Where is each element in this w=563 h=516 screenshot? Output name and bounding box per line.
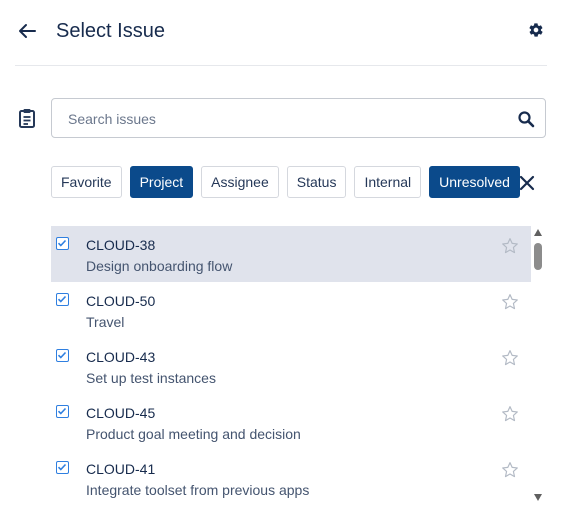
filter-unresolved[interactable]: Unresolved bbox=[429, 166, 520, 198]
star-icon[interactable] bbox=[501, 461, 519, 479]
filter-status[interactable]: Status bbox=[286, 166, 347, 198]
filter-project[interactable]: Project bbox=[129, 166, 194, 198]
issue-summary: Set up test instances bbox=[86, 370, 216, 386]
scroll-thumb[interactable] bbox=[534, 243, 542, 270]
issue-summary: Design onboarding flow bbox=[86, 258, 233, 274]
issue-key: CLOUD-38 bbox=[86, 237, 156, 253]
header: Select Issue bbox=[0, 0, 563, 66]
filter-favorite[interactable]: Favorite bbox=[51, 166, 122, 198]
star-icon[interactable] bbox=[501, 349, 519, 367]
scroll-up-arrow-icon[interactable] bbox=[534, 229, 542, 236]
filter-internal[interactable]: Internal bbox=[354, 166, 422, 198]
clipboard-icon bbox=[19, 109, 35, 128]
arrow-left-icon bbox=[19, 24, 36, 38]
issue-checkbox[interactable] bbox=[56, 237, 69, 250]
settings-button[interactable] bbox=[524, 18, 548, 42]
star-icon[interactable] bbox=[501, 237, 519, 255]
scroll-down-arrow-icon[interactable] bbox=[534, 494, 542, 501]
issue-row[interactable]: CLOUD-45 Product goal meeting and decisi… bbox=[51, 394, 531, 450]
issue-checkbox[interactable] bbox=[56, 349, 69, 362]
search-input[interactable] bbox=[68, 108, 498, 130]
issue-list-scrollbar[interactable] bbox=[532, 226, 544, 504]
star-icon[interactable] bbox=[501, 405, 519, 423]
issue-checkbox[interactable] bbox=[56, 293, 69, 306]
issue-row[interactable]: CLOUD-38 Design onboarding flow bbox=[51, 226, 531, 282]
filter-assignee[interactable]: Assignee bbox=[201, 166, 279, 198]
page-title: Select Issue bbox=[56, 20, 165, 42]
issue-checkbox[interactable] bbox=[56, 461, 69, 474]
gear-icon bbox=[529, 23, 543, 37]
issue-row[interactable]: CLOUD-43 Set up test instances bbox=[51, 338, 531, 394]
clear-filters-button[interactable] bbox=[516, 172, 538, 194]
issue-list: CLOUD-38 Design onboarding flow CLOUD-50… bbox=[51, 226, 531, 516]
issue-checkbox[interactable] bbox=[56, 405, 69, 418]
issue-key: CLOUD-50 bbox=[86, 293, 156, 309]
search-box bbox=[51, 98, 546, 138]
search-icon[interactable] bbox=[517, 110, 535, 128]
issue-row[interactable]: CLOUD-50 Travel bbox=[51, 282, 531, 338]
issue-summary: Integrate toolset from previous apps bbox=[86, 482, 310, 498]
issue-key: CLOUD-41 bbox=[86, 461, 156, 477]
filter-bar: Favorite Project Assignee Status Interna… bbox=[51, 166, 520, 198]
header-divider bbox=[15, 65, 547, 66]
issue-key: CLOUD-43 bbox=[86, 349, 156, 365]
back-button[interactable] bbox=[14, 18, 40, 44]
issue-summary: Product goal meeting and decision bbox=[86, 426, 301, 442]
issue-key: CLOUD-45 bbox=[86, 405, 156, 421]
issue-row[interactable]: CLOUD-41 Integrate toolset from previous… bbox=[51, 450, 531, 506]
issue-summary: Travel bbox=[86, 314, 125, 330]
star-icon[interactable] bbox=[501, 293, 519, 311]
close-icon bbox=[519, 175, 535, 191]
